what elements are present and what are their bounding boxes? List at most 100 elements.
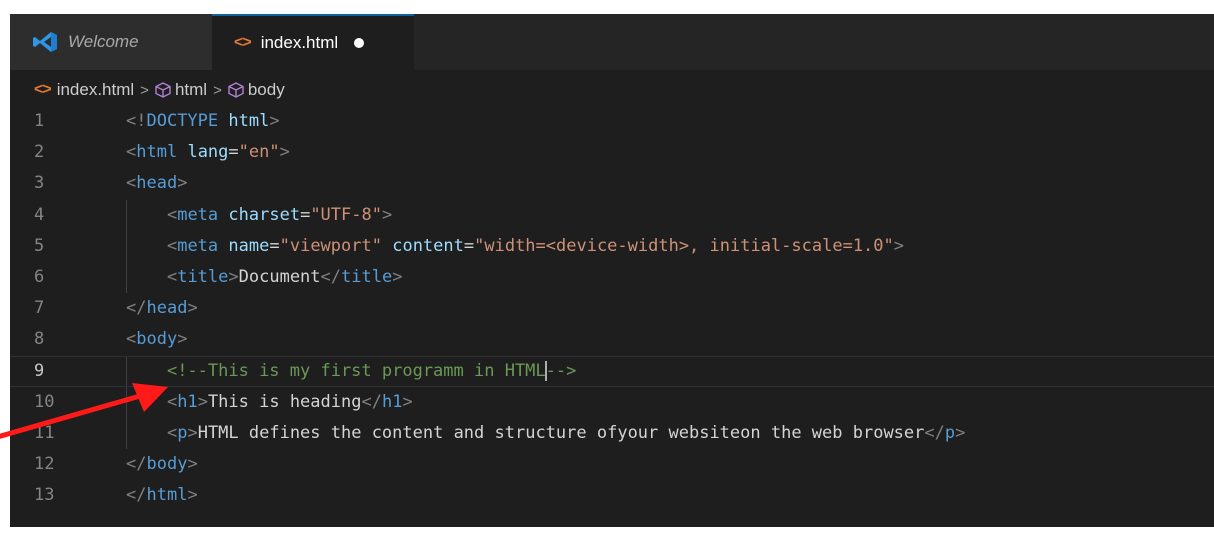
code-token: </ (924, 422, 945, 443)
code-token: title (177, 266, 229, 287)
code-token: > (177, 329, 188, 350)
code-token: HTML defines the content and structure o… (197, 422, 925, 443)
code-token: lang (187, 142, 229, 163)
html-file-icon: <> (34, 81, 52, 98)
code-token: < (126, 329, 137, 350)
code-token: head (136, 173, 178, 194)
code-token: > (279, 142, 290, 163)
code-token: > (187, 422, 198, 443)
code-token: </ (126, 485, 147, 506)
code-token: "UTF-8" (310, 204, 382, 225)
code-area[interactable]: 1 <!DOCTYPE html> 2 <html lang="en"> 3 <head>… (10, 106, 1214, 511)
code-text: <title>Document</title> (126, 262, 403, 293)
line-number: 6 (34, 266, 45, 287)
code-line[interactable]: 10 <h1>This is heading</h1> (10, 386, 1214, 418)
line-number: 10 (34, 391, 55, 412)
html-file-icon: <> (234, 34, 252, 51)
breadcrumb-item-body[interactable]: body (228, 80, 285, 100)
breadcrumb: <> index.html > html > body (34, 78, 285, 102)
code-line[interactable]: 3 <head> (10, 168, 1214, 199)
code-text: <meta charset="UTF-8"> (126, 200, 392, 231)
line-number: 2 (34, 142, 45, 163)
line-number: 9 (34, 360, 45, 381)
code-token: > (177, 173, 188, 194)
code-line[interactable]: 11 <p>HTML defines the content and struc… (10, 417, 1214, 450)
code-token: meta (177, 235, 219, 256)
code-token: > (228, 266, 239, 287)
code-text: <body> (126, 324, 187, 355)
unsaved-dot-icon[interactable] (354, 38, 365, 48)
code-text: </body> (126, 449, 198, 480)
code-token: = (228, 142, 239, 163)
code-line[interactable]: 13 </html> (10, 480, 1214, 511)
code-token: > (269, 111, 280, 131)
code-token: "viewport" (279, 235, 382, 256)
code-token: title (341, 266, 393, 287)
code-line[interactable]: 4 <meta charset="UTF-8"> (10, 199, 1214, 231)
code-token: body (136, 329, 178, 350)
code-token: html (228, 111, 270, 131)
code-token: This is heading (207, 391, 362, 412)
code-token: content (392, 235, 464, 256)
code-token: <!--This is my first programm in HTML (166, 360, 546, 381)
code-token: < (166, 204, 178, 225)
code-token: = (300, 204, 311, 225)
code-token: html (146, 485, 188, 506)
code-token: > (381, 204, 393, 225)
tab-index-html[interactable]: <> index.html (212, 14, 414, 70)
code-token: h1 (177, 391, 198, 412)
code-token: "en" (238, 142, 280, 163)
code-token: > (187, 485, 198, 506)
code-text: <p>HTML defines the content and structur… (126, 418, 965, 449)
breadcrumb-item-html[interactable]: html (155, 80, 207, 100)
code-token: > (197, 391, 208, 412)
code-token: p (177, 422, 188, 443)
breadcrumb-body-label: body (247, 80, 285, 99)
code-token: > (187, 298, 198, 319)
code-token: </ (126, 298, 147, 319)
line-number: 4 (34, 204, 45, 225)
breadcrumb-item-file[interactable]: <> index.html (34, 80, 134, 100)
code-line[interactable]: 2 <html lang="en"> (10, 137, 1214, 168)
code-line[interactable]: 5 <meta name="viewport" content="width=<… (10, 230, 1214, 262)
code-line[interactable]: 6 <title>Document</title> (10, 261, 1214, 294)
code-token: head (146, 298, 188, 319)
code-token: h1 (381, 391, 403, 412)
code-text: </html> (126, 480, 198, 511)
line-number: 13 (34, 485, 55, 506)
code-token: > (392, 266, 403, 287)
tab-welcome[interactable]: Welcome (10, 14, 212, 70)
code-token: </ (361, 391, 382, 412)
code-text: </head> (126, 293, 198, 324)
code-line[interactable]: 9 <!--This is my first programm in HTML-… (10, 355, 1214, 387)
code-token: < (166, 391, 178, 412)
code-token: < (126, 142, 137, 163)
code-token: = (269, 235, 280, 256)
code-token: < (166, 235, 178, 256)
chevron-right-icon: > (140, 81, 149, 99)
breadcrumb-file-label: index.html (56, 80, 135, 99)
code-text: <!--This is my first programm in HTML--> (126, 357, 576, 386)
code-text: <html lang="en"> (126, 137, 290, 168)
code-line[interactable]: 8 <body> (10, 324, 1214, 355)
code-token: --> (545, 360, 577, 381)
code-line[interactable]: 7 </head> (10, 293, 1214, 324)
code-token: > (187, 454, 198, 475)
line-number: 3 (34, 173, 45, 194)
code-text: <meta name="viewport" content="width=<de… (126, 231, 904, 262)
line-number: 11 (34, 422, 55, 443)
line-number: 5 (34, 235, 45, 256)
element-cube-icon (155, 82, 171, 98)
code-token: = (463, 235, 475, 256)
code-token: < (166, 266, 178, 287)
code-line[interactable]: 12 </body> (10, 449, 1214, 480)
code-line[interactable]: 1 <!DOCTYPE html> (10, 106, 1214, 137)
